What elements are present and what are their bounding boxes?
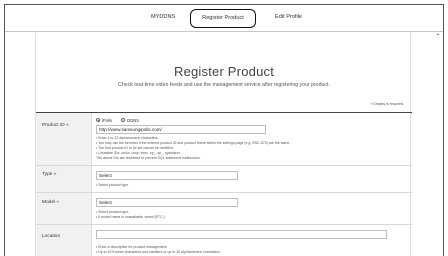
radio-option-ipolis[interactable]: iPolis [96,118,112,123]
main-content: Register Product Check real-time video f… [35,33,412,256]
type-row: Type » Select • Select product type. [36,166,412,193]
product-id-radio-group: iPolis DDNS [96,118,147,123]
type-label: Type » [42,172,57,177]
radio-ddns-icon[interactable] [121,118,126,123]
nav-register-product[interactable]: Register Product [190,9,256,28]
browser-frame: MYDDNS Register Product Edit Profile ⌃ R… [4,4,444,256]
product-id-input[interactable]: http://www.samsungipolis.com/ [96,125,266,134]
scroll-up-icon[interactable]: ⌃ [434,33,442,41]
required-note: » Display is required. [370,102,404,106]
location-input[interactable] [96,230,387,239]
location-row: Location • Enter a description for produ… [36,225,412,256]
type-help: • Select product type. [96,183,129,188]
type-label-cell: Type » [36,166,92,192]
model-row: Model » Select • Select product type. • … [36,193,412,225]
top-navigation: MYDDNS Register Product Edit Profile [5,5,443,32]
radio-ddns-label: DDNS [127,118,140,123]
model-select[interactable]: Select [96,198,238,207]
model-label-cell: Model » [36,193,92,224]
radio-ipolis-label: iPolis [102,118,113,123]
page-subtitle: Check real-time video feeds and use the … [118,82,330,88]
help-line: • Select product type. [96,183,130,187]
product-id-label: Product ID » [42,123,69,128]
help-line: • If model name is unavailable, select [… [96,214,166,219]
help-line: • Up to 15 Korean characters and numbers… [96,249,221,254]
nav-mydong[interactable]: MYDDNS [151,14,175,20]
nav-edit-profile[interactable]: Edit Profile [275,14,302,20]
model-label: Model » [42,200,60,205]
location-label-cell: Location [36,225,92,256]
radio-option-ddns[interactable]: DDNS [121,118,139,123]
help-line: The above IDs are restricted to prevent … [96,155,201,160]
product-id-label-cell: Product ID » [36,113,92,165]
page-title: Register Product [173,64,275,79]
location-label: Location [42,234,61,239]
location-help: • Enter a description for product manage… [96,245,220,255]
product-id-row: Product ID » iPolis DDNS http://www.sams… [36,113,412,166]
type-select[interactable]: Select [96,171,238,180]
register-form: Product ID » iPolis DDNS http://www.sams… [36,112,412,256]
product-id-help: • Enter 4 to 22 alphanumeric characters.… [96,136,290,161]
model-help: • Select product type. • If model name i… [96,210,166,220]
radio-ipolis-icon[interactable] [96,118,100,123]
